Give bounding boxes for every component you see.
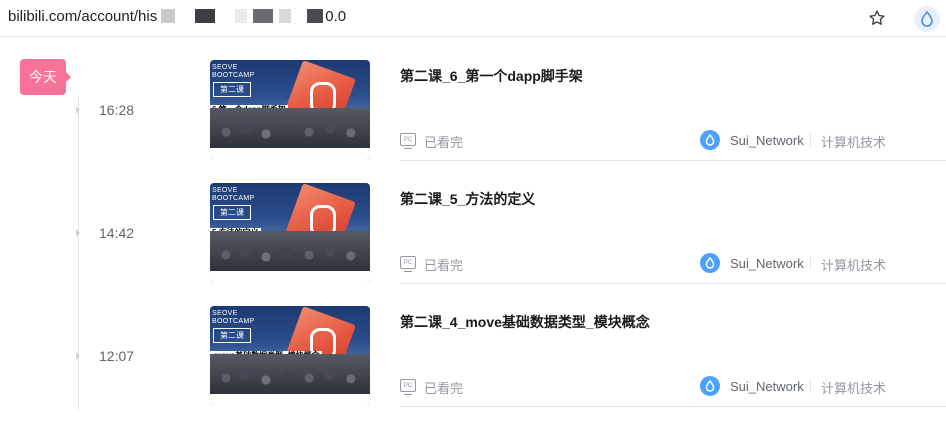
row-divider [400, 406, 946, 407]
extension-droplet-icon[interactable] [914, 6, 940, 32]
watch-status: 已看完 [424, 258, 464, 273]
uploader-avatar[interactable] [700, 130, 720, 150]
thumbnail-lesson: 第二课 [213, 328, 251, 343]
timeline-marker [76, 352, 80, 360]
thumbnail-brand: SEOVE BOOTCAMP [212, 64, 255, 79]
video-thumbnail[interactable]: SEOVEBOOTCAMP 第二课 6.第一个dapp脚手架 [210, 60, 370, 160]
pc-device-icon: PC [400, 256, 416, 272]
thumbnail-sponsor-bar [210, 148, 370, 160]
thumbnail-crowd [210, 354, 370, 394]
thumbnail-crowd [210, 108, 370, 148]
browser-toolbar: bilibili.com/account/his 0.0 [0, 0, 946, 37]
url-redaction [161, 9, 176, 23]
uploader-name[interactable]: Sui_Network [730, 256, 804, 271]
meta-separator [810, 256, 811, 270]
video-thumbnail[interactable]: SEOVEBOOTCAMP 第二课 5.方法的定义 [210, 183, 370, 283]
url-text[interactable]: bilibili.com/account/his 0.0 [8, 8, 346, 25]
url-redaction [307, 9, 324, 23]
bookmark-star-icon[interactable] [866, 7, 888, 29]
watch-time: 14:42 [99, 225, 135, 241]
video-category[interactable]: 计算机技术 [821, 132, 886, 151]
history-item[interactable]: 14:42 SEOVEBOOTCAMP 第二课 5.方法的定义 第二课_5_方法… [0, 183, 946, 306]
url-tail: 0.0 [325, 8, 347, 25]
pc-device-icon: PC [400, 379, 416, 395]
url-redaction [195, 9, 216, 23]
video-title[interactable]: 第二课_5_方法的定义 [400, 189, 535, 209]
uploader-name[interactable]: Sui_Network [730, 133, 804, 148]
timeline-marker [76, 106, 80, 114]
address-bar[interactable]: bilibili.com/account/his 0.0 [0, 0, 906, 36]
watch-time: 12:07 [99, 348, 135, 364]
thumbnail-sponsor-bar [210, 394, 370, 406]
row-divider [400, 283, 946, 284]
row-divider [400, 160, 946, 161]
thumbnail-crowd [210, 231, 370, 271]
meta-separator [810, 379, 811, 393]
thumbnail-brand: SEOVE BOOTCAMP [212, 187, 255, 202]
uploader-avatar[interactable] [700, 253, 720, 273]
thumbnail-lesson: 第二课 [213, 205, 251, 220]
pc-device-icon: PC [400, 133, 416, 149]
meta-separator [810, 133, 811, 147]
url-redaction [279, 9, 292, 23]
video-category[interactable]: 计算机技术 [821, 255, 886, 274]
video-title[interactable]: 第二课_4_move基础数据类型_模块概念 [400, 312, 650, 332]
thumbnail-lesson: 第二课 [213, 82, 251, 97]
uploader-avatar[interactable] [700, 376, 720, 396]
history-item[interactable]: 16:28 SEOVEBOOTCAMP 第二课 6.第一个dapp脚手架 第二课… [0, 60, 946, 183]
url-visible-part: bilibili.com/account/his [8, 8, 158, 25]
url-redaction [253, 9, 274, 23]
thumbnail-sponsor-bar [210, 271, 370, 283]
uploader-name[interactable]: Sui_Network [730, 379, 804, 394]
watch-status: 已看完 [424, 135, 464, 150]
watch-status: 已看完 [424, 381, 464, 396]
video-thumbnail[interactable]: SEOVEBOOTCAMP 第二课 .move基础数据类型_模块概念 [210, 306, 370, 406]
video-title[interactable]: 第二课_6_第一个dapp脚手架 [400, 66, 583, 86]
url-redaction [235, 9, 248, 23]
watch-time: 16:28 [99, 102, 135, 118]
video-category[interactable]: 计算机技术 [821, 378, 886, 397]
thumbnail-brand: SEOVE BOOTCAMP [212, 310, 255, 325]
timeline-marker [76, 229, 80, 237]
